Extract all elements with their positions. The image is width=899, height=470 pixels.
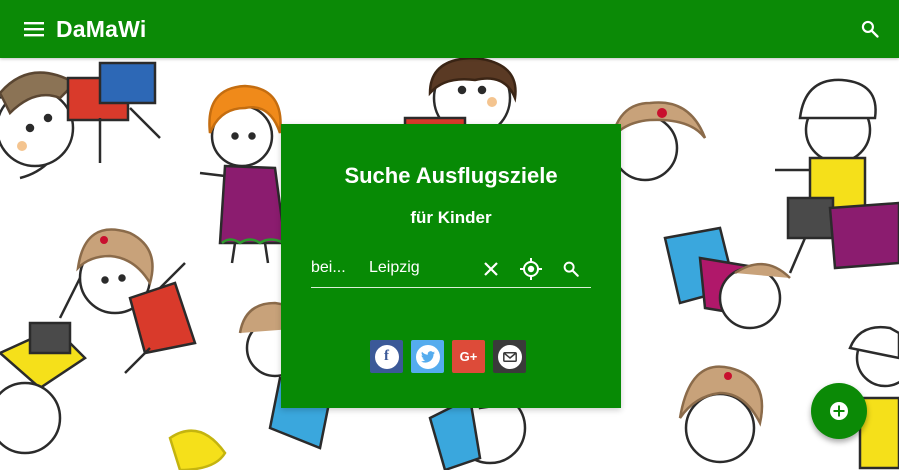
panel-title: Suche Ausflugsziele [344,163,558,188]
mail-icon [497,344,522,369]
facebook-share-button[interactable]: f [370,340,403,373]
location-prefix-label: bei... [311,259,346,276]
my-location-icon[interactable] [519,257,543,281]
twitter-share-button[interactable] [411,340,444,373]
google-plus-icon: G+ [459,349,478,364]
search-submit-icon[interactable] [559,257,583,281]
app-bar: DaMaWi [0,0,899,58]
add-circle-icon [830,402,848,420]
google-plus-share-button[interactable]: G+ [452,340,485,373]
menu-icon[interactable] [22,17,46,41]
location-input[interactable] [369,255,469,281]
location-search-row: bei... [311,250,591,288]
twitter-icon [415,344,440,369]
search-panel: Suche Ausflugsziele für Kinder bei... f … [281,124,621,408]
facebook-icon: f [374,344,399,369]
search-icon[interactable] [857,16,883,42]
mail-share-button[interactable] [493,340,526,373]
clear-icon[interactable] [479,257,503,281]
add-fab-button[interactable] [811,383,867,439]
panel-subtitle: für Kinder [410,208,492,227]
app-title[interactable]: DaMaWi [56,16,146,43]
share-buttons: f G+ [370,340,526,374]
